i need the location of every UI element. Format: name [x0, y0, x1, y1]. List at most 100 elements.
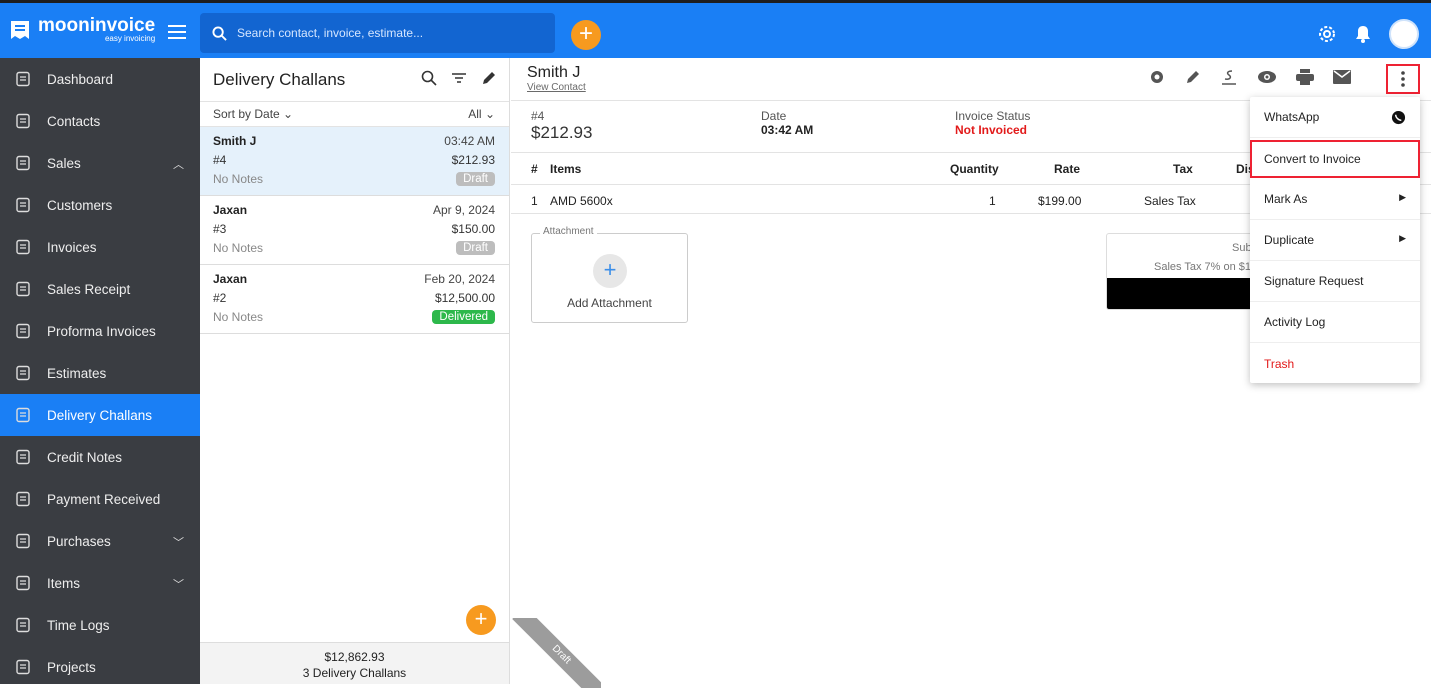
- eye-icon[interactable]: [1257, 70, 1277, 84]
- tax-line: Sales Tax 7% on $1: [1154, 261, 1252, 273]
- status-label: Invoice Status: [955, 109, 1031, 123]
- invoices-icon: [14, 238, 32, 256]
- menu-item-activity-log[interactable]: Activity Log: [1250, 302, 1420, 343]
- col-items: Items: [550, 162, 582, 176]
- sidebar-item-time-logs[interactable]: Time Logs: [0, 604, 200, 646]
- line-number: 1: [531, 194, 538, 208]
- sidebar-item-label: Projects: [47, 659, 96, 675]
- edit-icon[interactable]: [481, 70, 497, 86]
- list-item[interactable]: Smith J 03:42 AM #4 $212.93 No Notes Draft: [200, 127, 509, 196]
- list-title: Delivery Challans: [213, 69, 346, 89]
- menu-item-trash[interactable]: Trash: [1250, 343, 1420, 384]
- add-challan-button[interactable]: +: [466, 605, 496, 635]
- date-block: Date 03:42 AM: [761, 109, 813, 137]
- sidebar-item-estimates[interactable]: Estimates: [0, 352, 200, 394]
- sidebar-item-invoices[interactable]: Invoices: [0, 226, 200, 268]
- sort-dropdown[interactable]: Sort by Date ⌄: [213, 107, 293, 121]
- list-item[interactable]: Jaxan Feb 20, 2024 #2 $12,500.00 No Notes Del…: [200, 265, 509, 334]
- purchases-icon: [14, 532, 32, 550]
- sidebar-item-credit-notes[interactable]: Credit Notes: [0, 436, 200, 478]
- chevron-up-icon: ︿: [173, 159, 184, 171]
- row-number: #3: [213, 221, 227, 236]
- app-logo[interactable]: mooninvoice easy invoicing: [8, 15, 156, 43]
- row-time: Feb 20, 2024: [424, 271, 495, 286]
- row-name: Smith J: [213, 133, 257, 148]
- challan-list-panel: Delivery Challans Sort by Date ⌄ All ⌄ S…: [200, 58, 510, 684]
- sidebar-item-dashboard[interactable]: Dashboard: [0, 58, 200, 100]
- signature-icon[interactable]: [1220, 68, 1238, 86]
- status-block: Invoice Status Not Invoiced: [955, 109, 1030, 137]
- list-footer: $12,862.93 3 Delivery Challans: [200, 642, 509, 684]
- menu-item-signature-request[interactable]: Signature Request: [1250, 261, 1420, 302]
- sidebar-item-label: Contacts: [47, 113, 101, 129]
- attachment-box[interactable]: Attachment + Add Attachment: [531, 226, 688, 323]
- sidebar-item-label: Sales: [47, 155, 81, 171]
- sidebar-item-sales-receipt[interactable]: Sales Receipt: [0, 268, 200, 310]
- sidebar-item-payment-received[interactable]: Payment Received: [0, 478, 200, 520]
- date-value: 03:42 AM: [761, 123, 814, 137]
- search-placeholder: Search contact, invoice, estimate...: [237, 26, 424, 40]
- print-icon[interactable]: [1296, 69, 1314, 85]
- sidebar-item-label: Invoices: [47, 239, 97, 255]
- gear-icon[interactable]: [1148, 68, 1166, 86]
- mail-icon[interactable]: [1333, 70, 1351, 84]
- add-attachment-icon[interactable]: +: [593, 254, 627, 288]
- sidebar-item-projects[interactable]: Projects: [0, 646, 200, 688]
- brand-name: mooninvoice: [38, 15, 156, 36]
- menu-toggle-icon[interactable]: [168, 25, 186, 39]
- col-quantity: Quantity: [950, 162, 999, 176]
- logo-icon: [11, 21, 29, 39]
- row-time: 03:42 AM: [444, 133, 495, 148]
- col-tax: Tax: [1173, 162, 1193, 176]
- search-input[interactable]: Search contact, invoice, estimate...: [200, 13, 555, 53]
- edit-icon[interactable]: [1185, 69, 1201, 85]
- create-new-button[interactable]: +: [571, 20, 601, 50]
- settings-icon[interactable]: [1317, 24, 1337, 44]
- sidebar-item-contacts[interactable]: Contacts: [0, 100, 200, 142]
- subtotal-label: Sub: [1232, 242, 1252, 254]
- whatsapp-icon: [1391, 110, 1406, 125]
- menu-item-label: Convert to Invoice: [1264, 151, 1361, 166]
- menu-item-mark-as[interactable]: Mark As ▶: [1250, 179, 1420, 220]
- sidebar-item-label: Customers: [47, 197, 113, 213]
- attachment-legend: Attachment: [540, 226, 597, 237]
- menu-item-label: Activity Log: [1264, 315, 1326, 329]
- menu-item-convert-to-invoice[interactable]: Convert to Invoice: [1250, 140, 1420, 178]
- sidebar-item-label: Sales Receipt: [47, 281, 131, 297]
- row-notes: No Notes: [213, 309, 264, 324]
- list-item[interactable]: Jaxan Apr 9, 2024 #3 $150.00 No Notes Draft: [200, 196, 509, 265]
- search-icon[interactable]: [421, 70, 437, 86]
- user-avatar[interactable]: [1389, 19, 1419, 49]
- sort-label: Sort by Date: [213, 107, 280, 121]
- sidebar-item-label: Items: [47, 575, 81, 591]
- bell-icon[interactable]: [1355, 25, 1371, 43]
- sidebar-item-items[interactable]: Items ﹀: [0, 562, 200, 604]
- row-notes: No Notes: [213, 240, 264, 255]
- folder-icon: [14, 658, 32, 676]
- footer-count: 3 Delivery Challans: [302, 666, 407, 680]
- sidebar-item-label: Purchases: [47, 533, 111, 549]
- sidebar-item-delivery-challans[interactable]: Delivery Challans: [0, 394, 200, 436]
- menu-item-duplicate[interactable]: Duplicate ▶: [1250, 220, 1420, 261]
- submenu-arrow-icon: ▶: [1399, 233, 1406, 243]
- items-icon: [14, 574, 32, 592]
- more-options-button[interactable]: [1386, 64, 1420, 94]
- receipt-icon: [14, 280, 32, 298]
- menu-item-whatsapp[interactable]: WhatsApp: [1250, 97, 1420, 138]
- sidebar-item-customers[interactable]: Customers: [0, 184, 200, 226]
- top-bar: mooninvoice easy invoicing Search contac…: [0, 0, 1431, 58]
- line-rate: $199.00: [1038, 194, 1082, 208]
- delivery-icon: [14, 406, 32, 424]
- status-badge: Delivered: [432, 309, 495, 324]
- chevron-down-icon: ﹀: [173, 579, 184, 591]
- sidebar-item-proforma-invoices[interactable]: Proforma Invoices: [0, 310, 200, 352]
- menu-item-label: Mark As: [1264, 192, 1308, 206]
- filter-dropdown[interactable]: All ⌄: [468, 107, 495, 121]
- estimates-icon: [14, 364, 32, 382]
- challan-summary: #4 $212.93: [531, 109, 592, 143]
- filter-icon[interactable]: [451, 70, 467, 86]
- sidebar-item-purchases[interactable]: Purchases ﹀: [0, 520, 200, 562]
- chevron-down-icon: ﹀: [173, 537, 184, 549]
- row-name: Jaxan: [213, 202, 248, 217]
- sidebar-item-sales[interactable]: Sales ︿: [0, 142, 200, 184]
